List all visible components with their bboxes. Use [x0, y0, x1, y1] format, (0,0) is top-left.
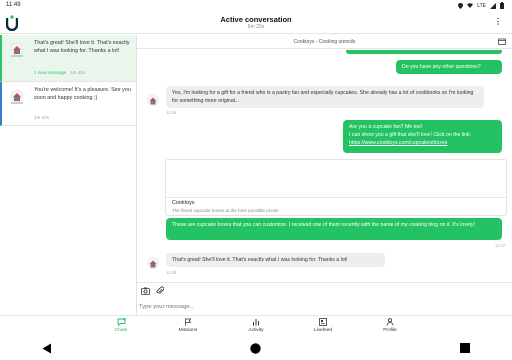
message-bubble-incoming: Yes, I'm looking for a gift for a friend…	[166, 86, 484, 108]
tab-label: Livefeed	[313, 328, 333, 333]
bottom-tab-bar: Chats Missions Activity Livefeed Profile	[0, 315, 512, 338]
tab-label: Chats	[114, 328, 128, 333]
tab-label: Activity	[248, 328, 264, 333]
chat-topic: Cooktoys - Cooking utensils	[137, 35, 512, 49]
back-icon[interactable]	[42, 343, 52, 354]
signal-icon	[490, 2, 496, 9]
network-label: LTE	[477, 2, 486, 9]
message-bubble-partial	[346, 50, 502, 54]
link-preview-card[interactable]: Cooktoys The finest cupcake boxes at the…	[165, 159, 507, 216]
conversation-list: That's great! She'll love it. That's exa…	[0, 35, 137, 315]
attachment-icon[interactable]	[156, 286, 164, 295]
tab-chats[interactable]: Chats	[91, 318, 151, 333]
message-bubble-outgoing: Are you a cupcake fan? Me too! I can sho…	[343, 120, 502, 153]
system-navigation-bar	[0, 338, 512, 360]
battery-icon	[500, 2, 504, 9]
message-line: I can show you a gift that she'll love! …	[349, 132, 472, 138]
conversation-time: 1m 42s	[70, 70, 86, 75]
message-line: Are you a cupcake fan? Me too!	[349, 124, 423, 130]
link-preview-title: Cooktoys	[172, 200, 195, 206]
status-time: 11:49	[6, 2, 21, 8]
message-bubble-outgoing: These are cupcake boxes that you can cus…	[166, 218, 502, 240]
message-composer	[137, 282, 512, 315]
conversation-item[interactable]: That's great! She'll love it. That's exa…	[0, 35, 136, 82]
tab-missions[interactable]: Missions	[158, 318, 218, 333]
tab-livefeed[interactable]: Livefeed	[293, 318, 353, 333]
home-icon[interactable]	[250, 343, 261, 354]
agent-avatar-icon	[147, 257, 159, 269]
tab-activity[interactable]: Activity	[226, 318, 286, 333]
tab-label: Profile	[383, 328, 397, 333]
link-preview-description: The finest cupcake boxes at the best pos…	[172, 208, 279, 213]
calendar-icon[interactable]	[498, 38, 506, 45]
page-title: Active conversation	[220, 15, 292, 24]
tab-label: Missions	[178, 328, 198, 333]
message-time: 11:47	[495, 243, 506, 248]
flag-icon	[185, 318, 192, 326]
new-message-badge: 1 new message	[34, 70, 67, 75]
recents-icon[interactable]	[460, 343, 470, 353]
tab-profile[interactable]: Profile	[360, 318, 420, 333]
conversation-time: 1m 37s	[34, 115, 50, 120]
status-icons: LTE	[458, 2, 504, 9]
agent-avatar-icon	[147, 94, 159, 106]
chat-bubble-icon	[117, 318, 126, 326]
wifi-icon	[467, 3, 474, 8]
cupcake-boxes-link[interactable]: https://www.cooktoys.com/cupcakes/boxes	[349, 140, 447, 146]
conversation-duration: 6m 22s	[247, 24, 265, 30]
cooktoys-avatar-icon	[10, 42, 24, 57]
location-icon	[458, 2, 464, 9]
message-input[interactable]	[139, 301, 469, 312]
conversation-preview: That's great! She'll love it. That's exa…	[34, 40, 130, 54]
message-time: 11:46	[166, 110, 177, 115]
conversation-preview: You're welcome! It's a pleasure. See you…	[34, 87, 131, 101]
livefeed-icon	[319, 318, 327, 326]
app-header: Active conversation 6m 22s ⋮	[0, 12, 512, 34]
message-time: 11:48	[166, 270, 177, 275]
status-bar: 11:49 LTE	[0, 0, 512, 12]
conversation-item[interactable]: You're welcome! It's a pleasure. See you…	[0, 82, 136, 126]
camera-icon[interactable]	[141, 287, 150, 295]
more-options-icon[interactable]: ⋮	[494, 17, 502, 26]
bar-chart-icon	[253, 319, 259, 326]
message-bubble-incoming: That's great! She'll love it. That's exa…	[166, 253, 385, 267]
cooktoys-avatar-icon	[10, 89, 24, 104]
message-bubble-outgoing: Do you have any other questions?	[396, 60, 502, 74]
conversation-meta: 1 new message 1m 42s	[34, 70, 85, 75]
person-icon	[386, 318, 394, 326]
